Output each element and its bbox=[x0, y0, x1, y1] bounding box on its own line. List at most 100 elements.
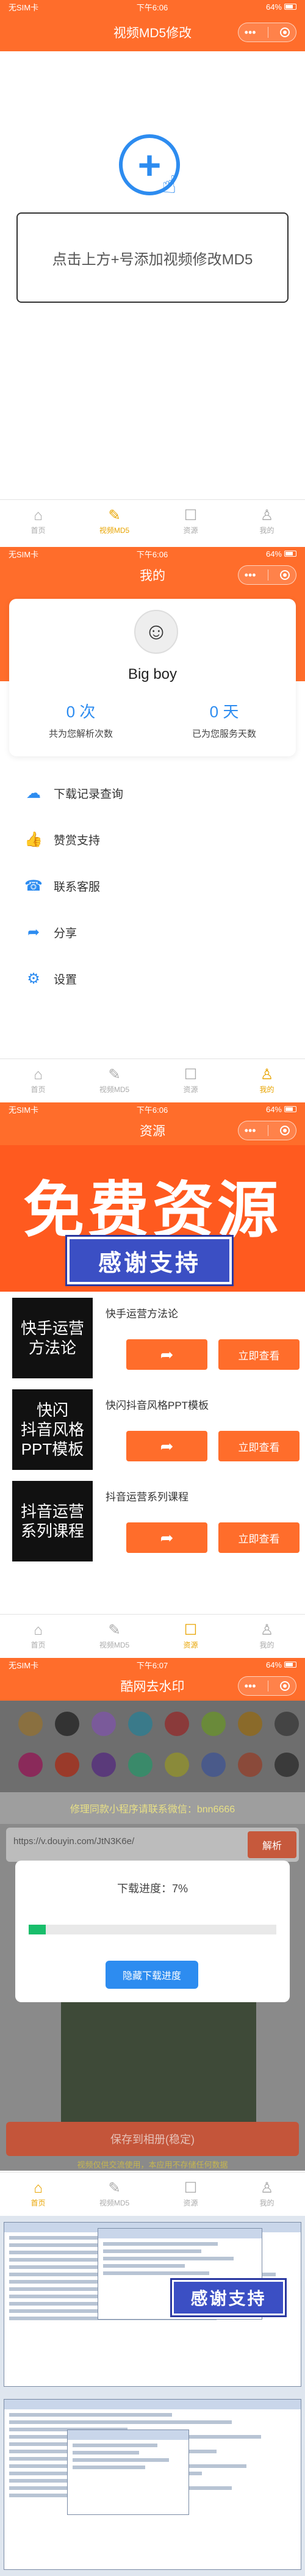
battery-icon: 64% bbox=[266, 1105, 296, 1114]
close-icon[interactable] bbox=[280, 27, 290, 37]
capsule-menu[interactable]: ••• bbox=[238, 1121, 296, 1140]
tab-home[interactable]: ⌂ 首页 bbox=[0, 1059, 76, 1102]
user-icon: ♙ bbox=[260, 1066, 274, 1083]
tab-bar: ⌂ 首页 ✎ 视频MD5 ☐ 资源 ♙ 我的 bbox=[0, 1614, 305, 1658]
app-icon[interactable] bbox=[92, 1753, 116, 1777]
app-icon[interactable] bbox=[165, 1753, 189, 1777]
tab-md5[interactable]: ✎ 视频MD5 bbox=[76, 1059, 152, 1102]
close-icon[interactable] bbox=[280, 1681, 290, 1691]
hand-pointer-icon: ☝ bbox=[162, 172, 177, 198]
progress-fill bbox=[29, 1925, 46, 1934]
close-icon[interactable] bbox=[280, 570, 290, 580]
user-icon: ♙ bbox=[260, 2179, 274, 2196]
capsule-menu[interactable]: ••• bbox=[238, 565, 296, 585]
tab-mine[interactable]: ♙ 我的 bbox=[229, 2173, 305, 2216]
page-title: 我的 bbox=[140, 569, 165, 583]
view-button[interactable]: 立即查看 bbox=[218, 1431, 300, 1461]
share-button[interactable]: ➦ bbox=[126, 1431, 207, 1461]
close-icon[interactable] bbox=[280, 1126, 290, 1135]
tab-mine[interactable]: ♙ 我的 bbox=[229, 500, 305, 543]
avatar[interactable]: ☺ bbox=[134, 610, 178, 654]
status-time: 下午6:06 bbox=[136, 1105, 168, 1115]
home-icon: ⌂ bbox=[34, 1066, 43, 1083]
more-icon[interactable]: ••• bbox=[245, 1124, 256, 1137]
banner-title: 免费资源 bbox=[23, 1176, 282, 1245]
menu-item-contact[interactable]: ☎ 联系客服 bbox=[0, 863, 305, 909]
resources-icon: ☐ bbox=[184, 2179, 198, 2196]
username: Big boy bbox=[127, 666, 178, 682]
capsule-menu[interactable]: ••• bbox=[238, 1676, 296, 1696]
save-to-album-button[interactable]: 保存到相册(稳定) bbox=[6, 2122, 299, 2156]
add-video-box[interactable]: 点击上方+号添加视频修改MD5 bbox=[16, 212, 289, 303]
tab-home[interactable]: ⌂ 首页 bbox=[0, 500, 76, 543]
watermark-body: 修理同款小程序请联系微信：bnn6666 https://v.douyin.co… bbox=[0, 1701, 305, 2171]
video-md5-icon: ✎ bbox=[108, 2179, 121, 2196]
hide-progress-button[interactable]: 隐藏下载进度 bbox=[106, 1961, 198, 1989]
nav-bar: 我的 ••• bbox=[0, 560, 305, 590]
app-icon[interactable] bbox=[201, 1712, 226, 1736]
view-button[interactable]: 立即查看 bbox=[218, 1339, 300, 1370]
menu-item-appreciate[interactable]: 👍 赞赏支持 bbox=[0, 816, 305, 863]
header: 无SIM卡 下午6:06 64% 视频MD5修改 ••• bbox=[0, 0, 305, 51]
tab-home[interactable]: ⌂ 首页 bbox=[0, 2173, 76, 2216]
contact-tip: 修理同款小程序请联系微信：bnn6666 bbox=[0, 1792, 305, 1824]
status-time: 下午6:06 bbox=[136, 549, 168, 559]
more-icon[interactable]: ••• bbox=[245, 569, 256, 582]
cloud-download-icon: ☁ bbox=[26, 784, 41, 801]
app-icon[interactable] bbox=[55, 1712, 79, 1736]
share-button[interactable]: ➦ bbox=[126, 1522, 207, 1553]
user-icon: ♙ bbox=[260, 507, 274, 524]
parse-button[interactable]: 解析 bbox=[248, 1831, 296, 1858]
app-icon[interactable] bbox=[201, 1753, 226, 1777]
tab-md5[interactable]: ✎ 视频MD5 bbox=[76, 1615, 152, 1658]
resource-thumbnail: 抖音运营 系列课程 bbox=[12, 1481, 93, 1561]
tab-md5[interactable]: ✎ 视频MD5 bbox=[76, 2173, 152, 2216]
tab-resources[interactable]: ☐ 资源 bbox=[152, 1615, 229, 1658]
page-title: 视频MD5修改 bbox=[113, 26, 192, 40]
resource-item[interactable]: 快闪 抖音风格 PPT模板 快闪抖音风格PPT模板 ➦ 立即查看 bbox=[0, 1383, 305, 1475]
menu-item-settings[interactable]: ⚙ 设置 bbox=[0, 955, 305, 1002]
view-button[interactable]: 立即查看 bbox=[218, 1522, 300, 1553]
more-icon[interactable]: ••• bbox=[245, 1680, 256, 1693]
resources-icon: ☐ bbox=[184, 1621, 198, 1638]
home-icon: ⌂ bbox=[34, 507, 43, 524]
tab-mine[interactable]: ♙ 我的 bbox=[229, 1059, 305, 1102]
capsule-menu[interactable]: ••• bbox=[238, 23, 296, 42]
share-button[interactable]: ➦ bbox=[126, 1339, 207, 1370]
resource-item[interactable]: 快手运营 方法论 快手运营方法论 ➦ 立即查看 bbox=[0, 1292, 305, 1383]
tab-home[interactable]: ⌂ 首页 bbox=[0, 1615, 76, 1658]
thanks-badge: 感谢支持 bbox=[172, 2280, 285, 2315]
profile-card: ☺ Big boy 0 次 共为您解析次数 0 天 已为您服务天数 bbox=[9, 599, 296, 756]
screen-watermark: 无SIM卡 下午6:07 64% 酷网去水印 ••• 修理同款小程序请联系微信：… bbox=[0, 1658, 305, 2216]
user-icon: ♙ bbox=[260, 1621, 274, 1638]
app-icon[interactable] bbox=[128, 1753, 152, 1777]
tab-resources[interactable]: ☐ 资源 bbox=[152, 2173, 229, 2216]
headset-icon: ☎ bbox=[24, 877, 43, 894]
app-icon[interactable] bbox=[238, 1753, 262, 1777]
app-icon[interactable] bbox=[238, 1712, 262, 1736]
resource-title: 快闪抖音风格PPT模板 bbox=[106, 1400, 209, 1411]
battery-icon: 64% bbox=[266, 1660, 296, 1670]
resource-item[interactable]: 抖音运营 系列课程 抖音运营系列课程 ➦ 立即查看 bbox=[0, 1475, 305, 1566]
banner[interactable]: 免费资源 感谢支持 bbox=[0, 1145, 305, 1292]
app-icon[interactable] bbox=[274, 1712, 299, 1736]
more-icon[interactable]: ••• bbox=[245, 26, 256, 39]
share-icon: ➦ bbox=[160, 1528, 174, 1547]
menu-item-share[interactable]: ➦ 分享 bbox=[0, 909, 305, 955]
status-bar: 无SIM卡 下午6:06 64% bbox=[0, 547, 305, 560]
popup-window bbox=[67, 2429, 189, 2515]
app-icon[interactable] bbox=[55, 1753, 79, 1777]
app-icon[interactable] bbox=[92, 1712, 116, 1736]
app-icon[interactable] bbox=[165, 1712, 189, 1736]
menu-item-download-history[interactable]: ☁ 下载记录查询 bbox=[0, 770, 305, 816]
tab-resources[interactable]: ☐ 资源 bbox=[152, 500, 229, 543]
status-time: 下午6:06 bbox=[136, 2, 168, 12]
app-icon[interactable] bbox=[18, 1712, 43, 1736]
parse-count-label: 共为您解析次数 bbox=[48, 729, 113, 739]
app-icon[interactable] bbox=[274, 1753, 299, 1777]
tab-md5[interactable]: ✎ 视频MD5 bbox=[76, 500, 152, 543]
app-icon[interactable] bbox=[128, 1712, 152, 1736]
app-icon[interactable] bbox=[18, 1753, 43, 1777]
tab-mine[interactable]: ♙ 我的 bbox=[229, 1615, 305, 1658]
tab-resources[interactable]: ☐ 资源 bbox=[152, 1059, 229, 1102]
